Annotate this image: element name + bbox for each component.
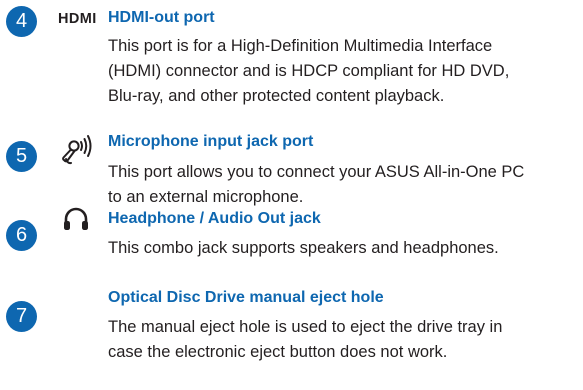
microphone-icon-graphic: [62, 135, 92, 165]
entry-description: This combo jack supports speakers and he…: [108, 236, 578, 261]
headphone-icon-graphic: [64, 207, 88, 230]
headphone-icon: [61, 204, 91, 239]
entry-title: Optical Disc Drive manual eject hole: [108, 289, 384, 306]
hdmi-icon: HDMI: [58, 11, 97, 27]
description-line: (HDMI) connector and is HDCP compliant f…: [108, 62, 510, 80]
description-line: to an external microphone.: [108, 188, 304, 206]
step-number-badge: 5: [6, 141, 37, 172]
microphone-icon: [60, 132, 96, 171]
description-line: The manual eject hole is used to eject t…: [108, 318, 503, 336]
entry-description: The manual eject hole is used to eject t…: [108, 315, 578, 365]
step-number-badge: 6: [6, 220, 37, 251]
description-line: case the electronic eject button does no…: [108, 343, 448, 361]
description-line: This combo jack supports speakers and he…: [108, 239, 499, 257]
description-line: This port is for a High-Definition Multi…: [108, 37, 493, 55]
entry-title: HDMI-out port: [108, 9, 215, 26]
step-number-badge: 4: [6, 6, 37, 37]
entry-description: This port allows you to connect your ASU…: [108, 160, 578, 210]
entry-title: Headphone / Audio Out jack: [108, 210, 321, 227]
description-line: Blu-ray, and other protected content pla…: [108, 87, 445, 105]
description-line: This port allows you to connect your ASU…: [108, 163, 525, 181]
entry-title: Microphone input jack port: [108, 133, 314, 150]
entry-description: This port is for a High-Definition Multi…: [108, 34, 578, 109]
step-number-badge: 7: [6, 301, 37, 332]
